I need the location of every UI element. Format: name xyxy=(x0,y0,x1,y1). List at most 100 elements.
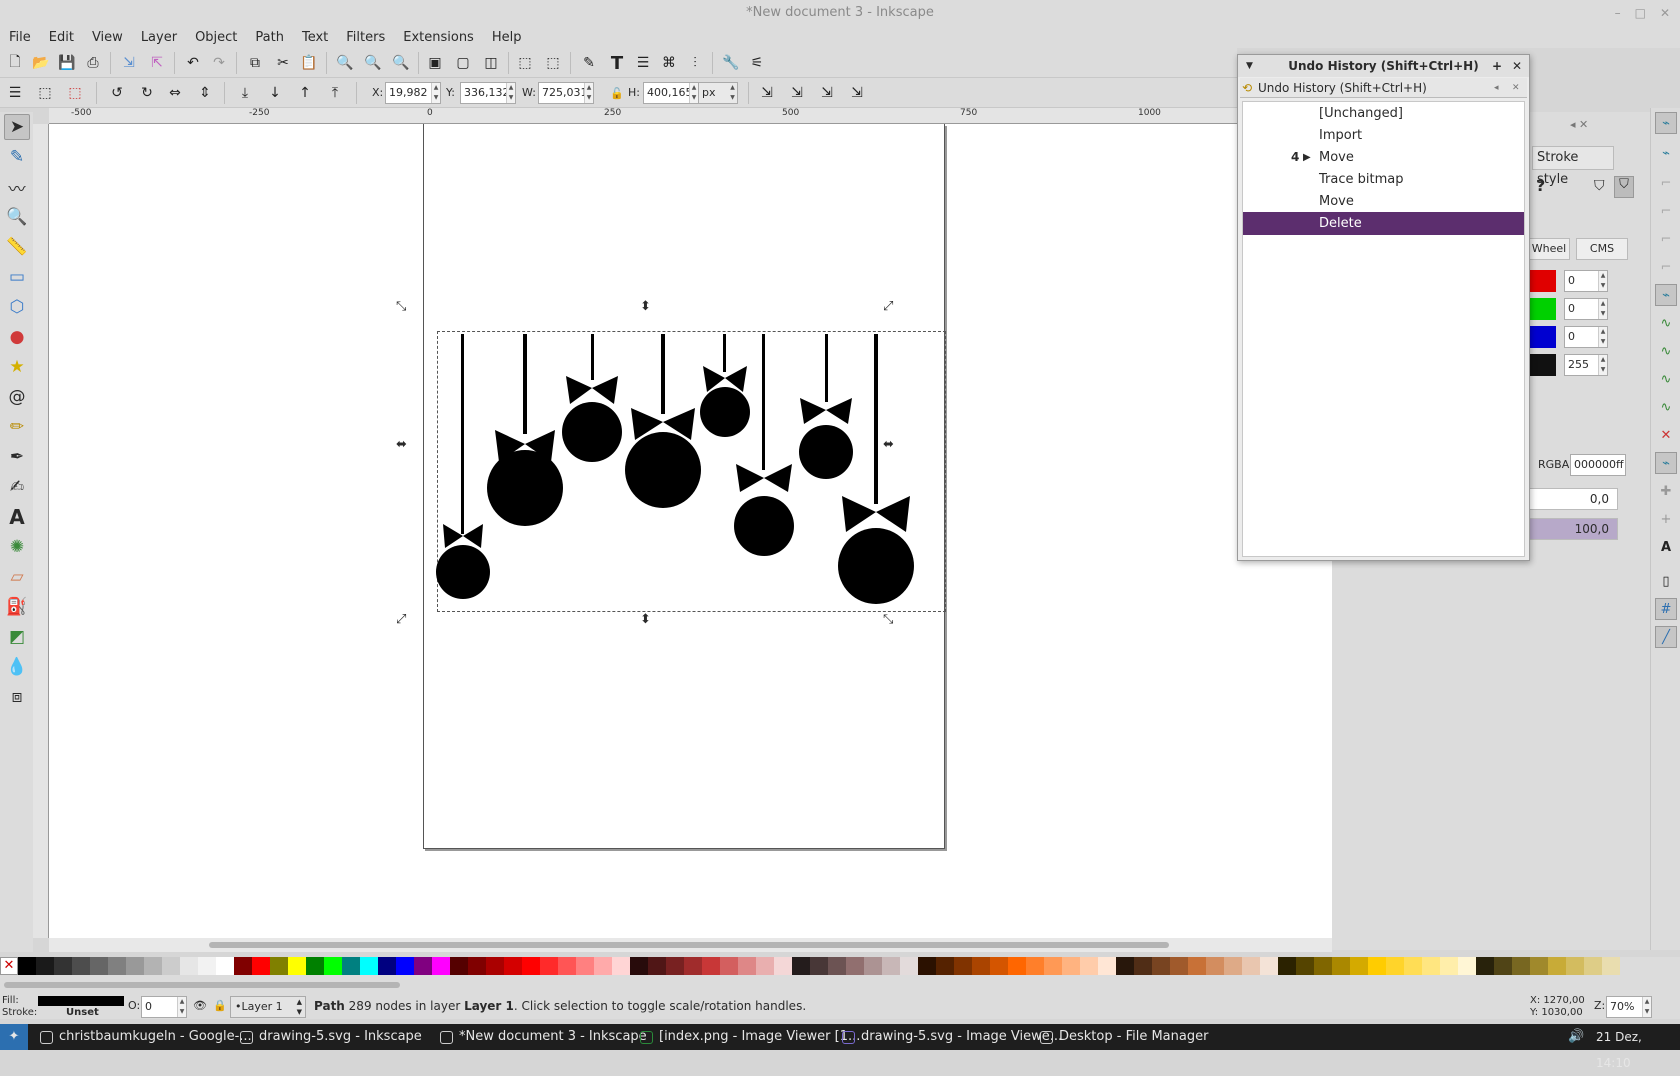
select-all-layers-icon[interactable]: ⬚ xyxy=(34,82,56,104)
color-swatch[interactable] xyxy=(288,957,306,975)
lock-ratio-icon[interactable]: 🔓 xyxy=(606,82,628,104)
history-item[interactable]: [Unchanged] xyxy=(1243,102,1524,125)
paint-bucket-tool-icon[interactable]: ⛽ xyxy=(4,594,30,620)
toggle-visibility-icon[interactable]: 👁 xyxy=(193,999,207,1012)
undo-icon[interactable]: ↶ xyxy=(182,52,204,74)
color-swatch[interactable] xyxy=(702,957,720,975)
color-swatch[interactable] xyxy=(216,957,234,975)
fill-indicator[interactable] xyxy=(38,996,124,1006)
pin-icon[interactable]: + xyxy=(1492,55,1502,77)
tweak-tool-icon[interactable]: 〰 xyxy=(4,174,30,200)
stroke-indicator[interactable]: Unset xyxy=(66,1007,99,1018)
blue-value-field[interactable]: 0 ▲ ▼ xyxy=(1564,326,1608,348)
snap-page-icon[interactable]: ▯ xyxy=(1655,570,1677,592)
zoom-spin-arrows[interactable]: ▲ ▼ xyxy=(1642,997,1651,1017)
snap-rotation-centers-icon[interactable]: + xyxy=(1655,508,1677,530)
blur-field[interactable]: 0,0 xyxy=(1528,488,1618,510)
color-swatch[interactable] xyxy=(414,957,432,975)
menu-object[interactable]: Object xyxy=(186,30,246,45)
history-item[interactable]: Trace bitmap xyxy=(1243,168,1524,191)
color-swatch[interactable] xyxy=(936,957,954,975)
gradient-tool-icon[interactable]: ◩ xyxy=(4,624,30,650)
snap-bbox-center-icon[interactable]: ⌐ xyxy=(1655,256,1677,278)
color-swatch[interactable] xyxy=(324,957,342,975)
menu-filters[interactable]: Filters xyxy=(337,30,394,45)
cut-icon[interactable]: ✂ xyxy=(272,52,294,74)
color-swatch[interactable] xyxy=(72,957,90,975)
scale-corners-icon[interactable]: ⇲ xyxy=(786,82,808,104)
rgba-field[interactable]: 000000ff xyxy=(1570,454,1626,476)
lower-icon[interactable]: ↓ xyxy=(264,82,286,104)
color-swatch[interactable] xyxy=(810,957,828,975)
paste-icon[interactable]: 📋 xyxy=(298,52,320,74)
color-swatch[interactable] xyxy=(1530,957,1548,975)
no-paint-swatch[interactable]: ✕ xyxy=(0,957,18,975)
color-swatch[interactable] xyxy=(1044,957,1062,975)
color-swatch[interactable] xyxy=(1404,957,1422,975)
color-swatch[interactable] xyxy=(144,957,162,975)
menu-layer[interactable]: Layer xyxy=(132,30,186,45)
color-swatch[interactable] xyxy=(792,957,810,975)
palette-scroll-thumb[interactable] xyxy=(4,982,400,988)
3d-box-tool-icon[interactable]: ⬡ xyxy=(4,294,30,320)
ornaments-path[interactable] xyxy=(429,320,949,620)
color-swatch[interactable] xyxy=(1332,957,1350,975)
color-swatch[interactable] xyxy=(126,957,144,975)
color-swatch[interactable] xyxy=(720,957,738,975)
duplicate-icon[interactable]: ⧉ xyxy=(244,52,266,74)
xml-editor-icon[interactable]: ⌘ xyxy=(658,52,680,74)
alpha-spin-arrows[interactable]: ▲ ▼ xyxy=(1598,355,1607,375)
color-swatch[interactable] xyxy=(1026,957,1044,975)
color-swatch[interactable] xyxy=(252,957,270,975)
color-swatch[interactable] xyxy=(918,957,936,975)
snap-smooth-icon[interactable]: ∿ xyxy=(1655,396,1677,418)
snap-bbox-midpoint-icon[interactable]: ⌐ xyxy=(1655,228,1677,250)
color-swatch[interactable] xyxy=(1368,957,1386,975)
toggle-lock-icon[interactable]: 🔒 xyxy=(213,999,227,1012)
expander-icon[interactable]: ▶ xyxy=(1303,146,1311,169)
text-tool-icon[interactable]: A xyxy=(4,504,30,530)
color-swatch[interactable] xyxy=(522,957,540,975)
color-swatch[interactable] xyxy=(450,957,468,975)
blue-channel-slider[interactable] xyxy=(1530,326,1556,348)
preferences-icon[interactable]: 🔧 xyxy=(720,52,742,74)
color-swatch[interactable] xyxy=(1188,957,1206,975)
drawing-canvas[interactable]: ⤡ ⬍ ⤢ ⬌ ⬌ ⤢ ⬍ ⤡ xyxy=(49,124,1332,938)
export-icon[interactable]: ⇱ xyxy=(146,52,168,74)
open-icon[interactable]: 📂 xyxy=(30,52,52,74)
menu-view[interactable]: View xyxy=(83,30,132,45)
color-swatch[interactable] xyxy=(1584,957,1602,975)
select-all-icon[interactable]: ☰ xyxy=(4,82,26,104)
resize-handle-nw[interactable]: ⤡ xyxy=(396,299,406,314)
tab-iconify-icon[interactable]: ◂ xyxy=(1494,78,1499,98)
resize-handle-n[interactable]: ⬍ xyxy=(640,299,651,314)
text-font-icon[interactable]: T xyxy=(606,52,628,74)
move-gradients-icon[interactable]: ⇲ xyxy=(816,82,838,104)
color-swatch[interactable] xyxy=(270,957,288,975)
color-swatch[interactable] xyxy=(396,957,414,975)
close-icon[interactable]: ✕ xyxy=(1660,0,1670,26)
start-menu-icon[interactable]: ✦ xyxy=(0,1024,28,1050)
color-swatch[interactable] xyxy=(684,957,702,975)
color-swatch[interactable] xyxy=(1494,957,1512,975)
color-swatch[interactable] xyxy=(1098,957,1116,975)
snap-guides-icon[interactable]: ╱ xyxy=(1655,626,1677,648)
menu-extensions[interactable]: Extensions xyxy=(394,30,483,45)
color-swatch[interactable] xyxy=(360,957,378,975)
color-swatch[interactable] xyxy=(738,957,756,975)
color-swatch[interactable] xyxy=(666,957,684,975)
color-swatch[interactable] xyxy=(594,957,612,975)
color-swatch[interactable] xyxy=(1440,957,1458,975)
menu-path[interactable]: Path xyxy=(246,30,293,45)
w-spin-arrows[interactable]: ▲ ▼ xyxy=(584,83,593,103)
color-swatch[interactable] xyxy=(1350,957,1368,975)
dropper-tool-icon[interactable]: 💧 xyxy=(4,654,30,680)
pen-tool-icon[interactable]: ✒ xyxy=(4,444,30,470)
menu-text[interactable]: Text xyxy=(293,30,337,45)
calligraphy-tool-icon[interactable]: ✍ xyxy=(4,474,30,500)
snap-paths-icon[interactable]: ∿ xyxy=(1655,312,1677,334)
history-item[interactable]: Import xyxy=(1243,124,1524,147)
color-swatch[interactable] xyxy=(342,957,360,975)
horizontal-scroll-thumb[interactable] xyxy=(209,942,1169,948)
color-swatch[interactable] xyxy=(1278,957,1296,975)
